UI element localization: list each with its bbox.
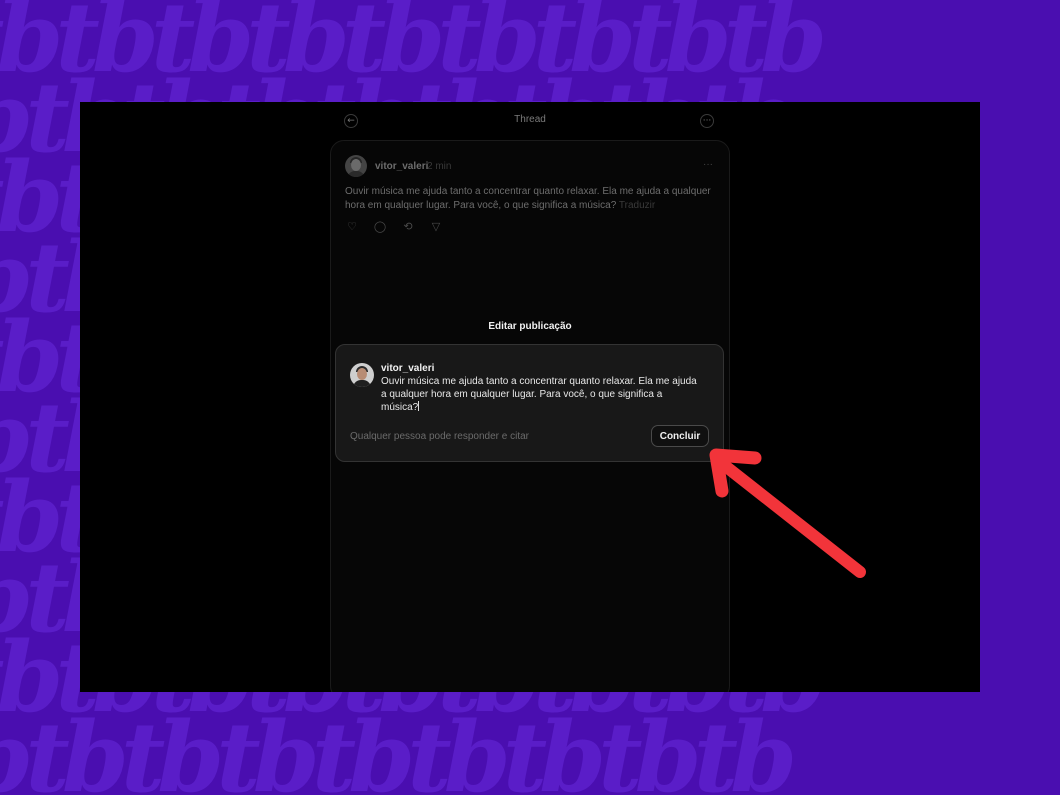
topbar: ← Thread ··· xyxy=(80,102,980,138)
repost-icon[interactable]: ⟲ xyxy=(401,220,415,233)
avatar xyxy=(350,363,374,387)
share-icon[interactable]: ▽ xyxy=(429,220,443,233)
background-watermark: tbtbtbtbtbtbtbtbtb xyxy=(0,701,797,795)
page-title: Thread xyxy=(514,114,546,125)
post-more-icon[interactable]: ··· xyxy=(703,159,713,170)
translate-link[interactable]: Traduzir xyxy=(619,200,655,211)
post-text-editor[interactable]: Ouvir música me ajuda tanto a concentrar… xyxy=(381,375,701,414)
comment-icon[interactable]: ◯ xyxy=(373,220,387,233)
post-body: Ouvir música me ajuda tanto a concentrar… xyxy=(345,186,711,211)
post-actions: ♡ ◯ ⟲ ▽ xyxy=(345,220,443,233)
edit-post-modal: vitor_valeri Ouvir música me ajuda tanto… xyxy=(335,344,724,462)
arrow-left-icon[interactable]: ← xyxy=(344,114,358,128)
post-text: Ouvir música me ajuda tanto a concentrar… xyxy=(345,185,717,213)
heart-icon[interactable]: ♡ xyxy=(345,220,359,233)
modal-title: Editar publicação xyxy=(488,321,572,332)
editor-text: Ouvir música me ajuda tanto a concentrar… xyxy=(381,376,697,413)
more-horizontal-icon[interactable]: ··· xyxy=(700,114,714,128)
modal-username: vitor_valeri xyxy=(381,363,435,374)
reply-setting-link[interactable]: Qualquer pessoa pode responder e citar xyxy=(350,431,529,442)
avatar[interactable] xyxy=(345,155,367,177)
post-time: 2 min xyxy=(427,161,452,172)
done-button[interactable]: Concluir xyxy=(651,425,709,447)
post-username[interactable]: vitor_valeri xyxy=(375,161,428,172)
text-caret xyxy=(418,401,420,411)
app-screen: ← Thread ··· vitor_valeri 2 min ··· Ouvi… xyxy=(80,102,980,692)
